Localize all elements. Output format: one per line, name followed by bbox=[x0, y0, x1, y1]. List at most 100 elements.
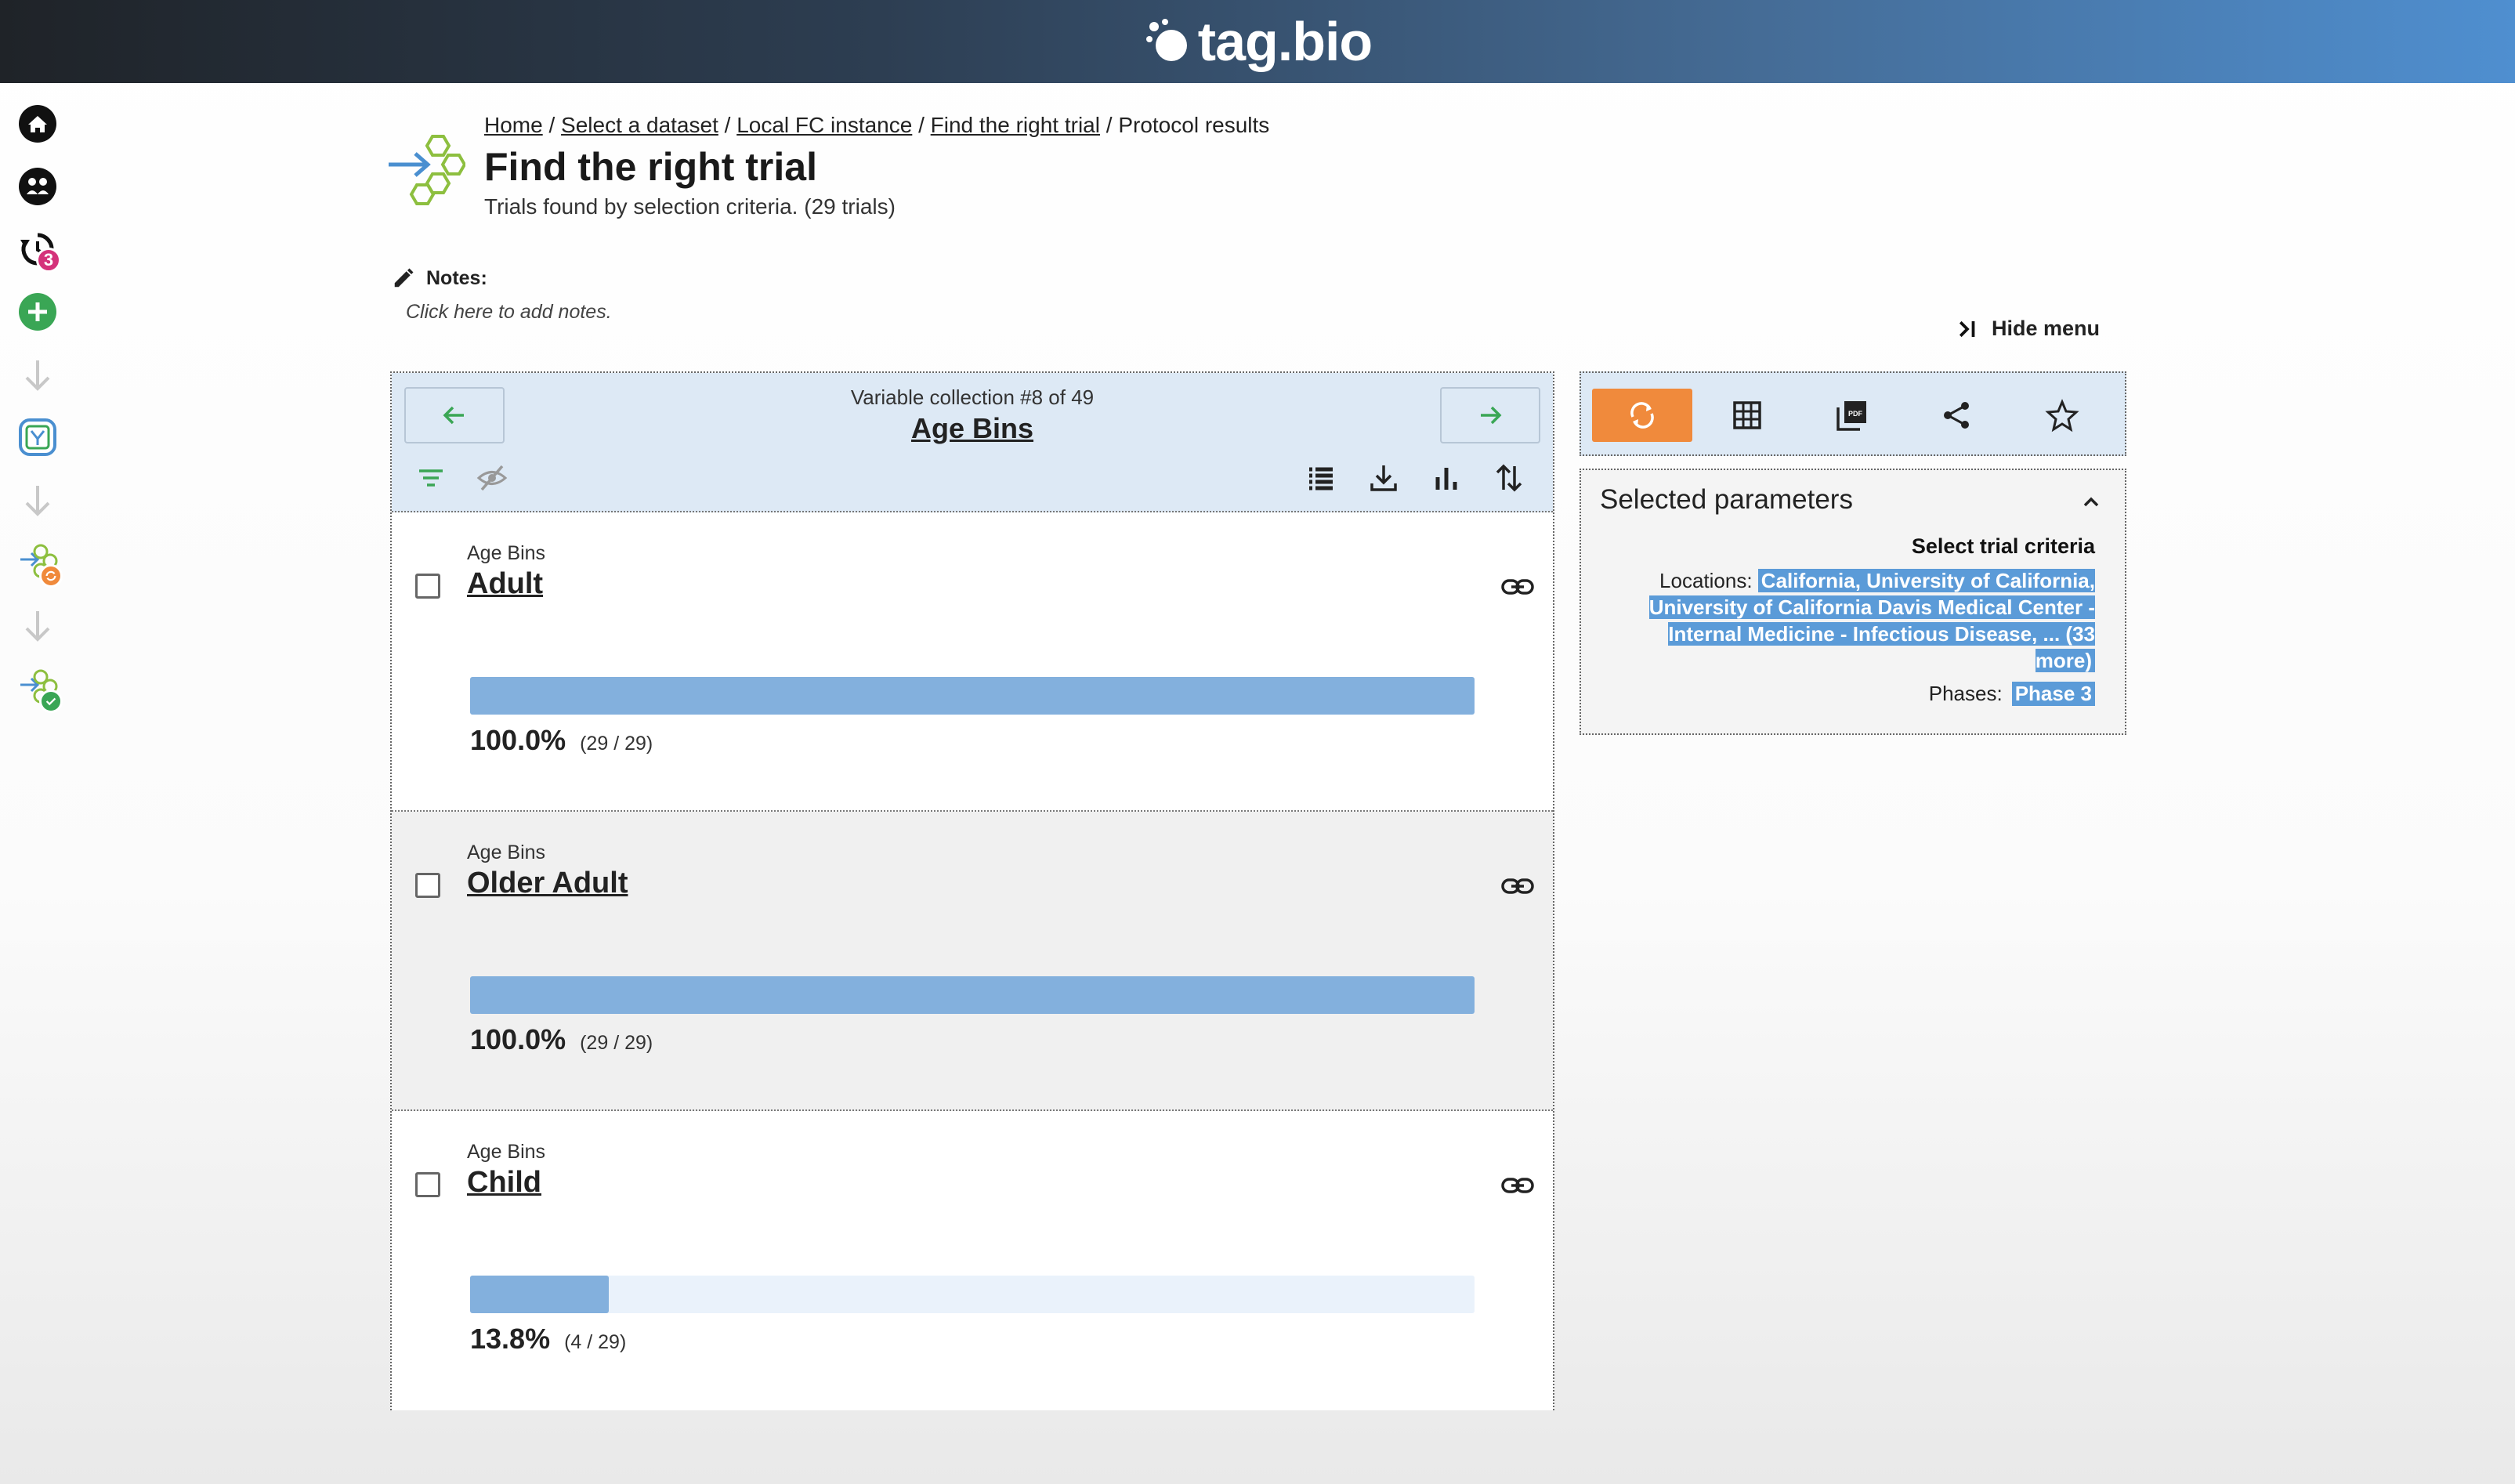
breadcrumb-separator: / bbox=[718, 113, 737, 137]
breadcrumb: Home / Select a dataset / Local FC insta… bbox=[484, 113, 1269, 138]
link-icon[interactable] bbox=[1500, 1167, 1536, 1203]
arrow-right-icon bbox=[1481, 406, 1502, 425]
refresh-icon bbox=[1630, 402, 1654, 429]
sort-icon bbox=[1496, 464, 1522, 492]
locations-row: Locations: California, University of Cal… bbox=[1641, 567, 2095, 674]
locations-label: Locations: bbox=[1659, 569, 1753, 592]
community-nav[interactable] bbox=[16, 165, 60, 208]
home-icon bbox=[19, 105, 56, 143]
row-category: Age Bins bbox=[467, 542, 546, 564]
protocol-nav[interactable] bbox=[16, 541, 63, 588]
link-icon[interactable] bbox=[1500, 868, 1536, 904]
pencil-icon bbox=[394, 268, 414, 288]
collection-counter: Variable collection #8 of 49 bbox=[850, 385, 1095, 409]
bar-chart-icon bbox=[1435, 468, 1457, 490]
favorite-button[interactable] bbox=[2012, 389, 2112, 442]
chart-button[interactable] bbox=[1428, 459, 1465, 497]
breadcrumb-home[interactable]: Home bbox=[484, 113, 543, 137]
list-item: Age Bins Child 13.8% (4 / 29) bbox=[392, 1111, 1553, 1410]
phases-row: Phases: Phase 3 bbox=[1929, 682, 2095, 706]
page-title: Find the right trial bbox=[484, 145, 817, 189]
refresh-button[interactable] bbox=[1592, 389, 1692, 442]
breadcrumb-current: Protocol results bbox=[1118, 113, 1270, 137]
sort-button[interactable] bbox=[1490, 459, 1528, 497]
breadcrumb-separator: / bbox=[542, 113, 562, 137]
row-count: (29 / 29) bbox=[580, 1032, 653, 1054]
row-percent: 100.0% (29 / 29) bbox=[470, 1023, 653, 1056]
row-checkbox[interactable] bbox=[415, 574, 440, 599]
hide-menu-label: Hide menu bbox=[1992, 317, 2101, 340]
notes-label[interactable]: Notes: bbox=[392, 266, 487, 290]
flow-arrow-2 bbox=[16, 478, 60, 522]
row-name[interactable]: Adult bbox=[467, 567, 543, 601]
svg-text:PDF: PDF bbox=[1848, 410, 1863, 418]
table-view-button[interactable] bbox=[1697, 389, 1797, 442]
add-nav[interactable] bbox=[16, 290, 60, 334]
download-button[interactable] bbox=[1365, 459, 1402, 497]
tagbio-logo-icon bbox=[1145, 19, 1187, 61]
filter-button[interactable] bbox=[412, 459, 450, 497]
row-category: Age Bins bbox=[467, 842, 546, 863]
pdf-icon: PDF bbox=[1836, 401, 1866, 431]
notes-label-text: Notes: bbox=[426, 266, 487, 289]
flow-arrow-1 bbox=[16, 353, 60, 396]
download-icon bbox=[1370, 465, 1397, 491]
dataset-icon bbox=[19, 418, 56, 456]
breadcrumb-local-fc-instance[interactable]: Local FC instance bbox=[736, 113, 912, 137]
selected-parameters-panel: Selected parameters Select trial criteri… bbox=[1580, 469, 2126, 735]
breadcrumb-separator: / bbox=[912, 113, 931, 137]
collection-header: Variable collection #8 of 49 Age Bins bbox=[392, 373, 1553, 512]
pdf-export-button[interactable]: PDF bbox=[1802, 389, 1902, 442]
row-count: (29 / 29) bbox=[580, 733, 653, 755]
share-button[interactable] bbox=[1907, 389, 2007, 442]
add-icon bbox=[19, 293, 56, 331]
dataset-nav[interactable] bbox=[16, 415, 60, 459]
row-name[interactable]: Child bbox=[467, 1166, 541, 1200]
table-icon bbox=[1733, 401, 1761, 429]
hide-button[interactable] bbox=[473, 459, 511, 497]
arrow-down-icon bbox=[25, 611, 50, 642]
history-nav[interactable]: 3 bbox=[16, 227, 61, 273]
action-toolbar: PDF bbox=[1580, 371, 2126, 456]
criteria-heading: Select trial criteria bbox=[1911, 534, 2095, 558]
row-category: Age Bins bbox=[467, 1141, 546, 1163]
refresh-icon bbox=[45, 570, 56, 581]
running-badge bbox=[39, 564, 63, 588]
collection-title[interactable]: Age Bins bbox=[392, 412, 1553, 445]
row-checkbox[interactable] bbox=[415, 1172, 440, 1197]
hide-icon bbox=[476, 465, 508, 491]
share-icon bbox=[1944, 402, 1969, 429]
variable-collection-panel: Variable collection #8 of 49 Age Bins Ag… bbox=[390, 371, 1554, 1410]
next-collection-button[interactable] bbox=[1440, 387, 1540, 443]
progress-fill bbox=[470, 1276, 609, 1313]
star-icon bbox=[2045, 399, 2079, 433]
list-view-button[interactable] bbox=[1302, 459, 1340, 497]
progress-track bbox=[470, 1276, 1475, 1313]
collection-rows: Age Bins Adult 100.0% (29 / 29) Age Bins … bbox=[392, 512, 1553, 1410]
phases-label: Phases: bbox=[1928, 682, 2003, 705]
collapse-right-icon bbox=[1959, 320, 1975, 337]
progress-track bbox=[470, 976, 1475, 1014]
list-item: Age Bins Adult 100.0% (29 / 29) bbox=[392, 512, 1553, 812]
breadcrumb-select-dataset[interactable]: Select a dataset bbox=[561, 113, 718, 137]
row-count: (4 / 29) bbox=[564, 1331, 627, 1353]
home-nav[interactable] bbox=[16, 102, 60, 146]
link-icon[interactable] bbox=[1500, 569, 1536, 605]
row-name[interactable]: Older Adult bbox=[467, 867, 628, 900]
hide-menu-button[interactable]: Hide menu bbox=[1956, 317, 2100, 341]
list-item: Age Bins Older Adult 100.0% (29 / 29) bbox=[392, 812, 1553, 1111]
progress-fill bbox=[470, 677, 1475, 715]
notes-input[interactable]: Click here to add notes. bbox=[406, 301, 612, 324]
top-bar: tag.bio bbox=[0, 0, 2515, 83]
page-subtitle: Trials found by selection criteria. (29 … bbox=[484, 194, 896, 219]
protocol-complete-nav[interactable] bbox=[16, 666, 63, 713]
row-checkbox[interactable] bbox=[415, 873, 440, 898]
brand-logo[interactable]: tag.bio bbox=[1143, 10, 1373, 73]
row-percent-value: 13.8% bbox=[470, 1323, 551, 1355]
list-icon bbox=[1309, 467, 1333, 490]
flow-arrow-3 bbox=[16, 603, 60, 647]
chevron-up-icon[interactable] bbox=[2078, 489, 2104, 516]
row-percent-value: 100.0% bbox=[470, 1023, 566, 1055]
breadcrumb-find-trial[interactable]: Find the right trial bbox=[931, 113, 1100, 137]
community-icon bbox=[19, 168, 56, 205]
